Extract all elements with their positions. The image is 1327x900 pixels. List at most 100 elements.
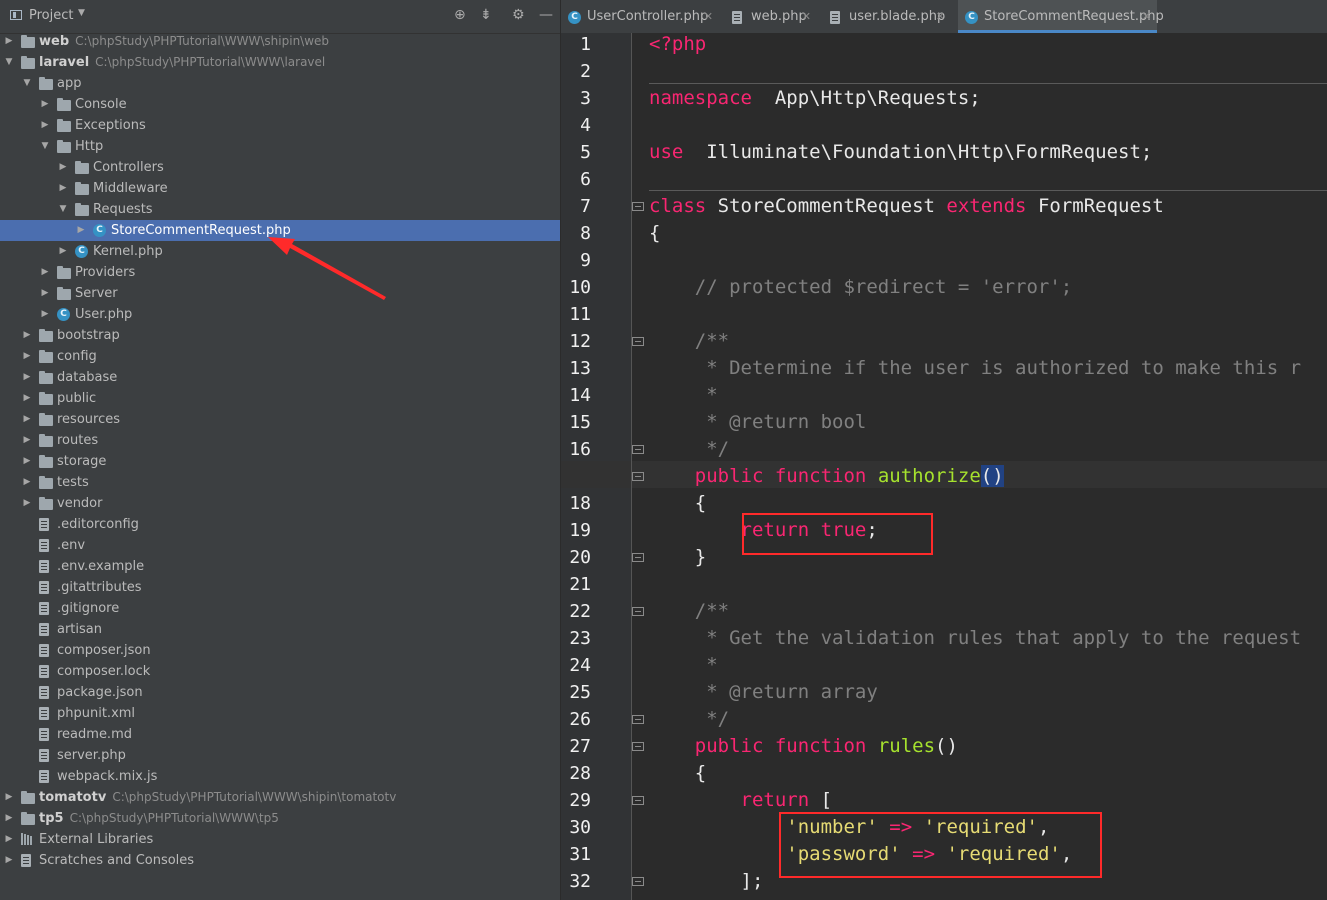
chevron-down-icon[interactable]: ▼ [78, 8, 85, 18]
collapse-arrow-icon[interactable]: ▶ [58, 178, 68, 199]
tree-item[interactable]: ▶ config [0, 346, 560, 367]
fold-marker-icon[interactable] [632, 793, 646, 807]
class-icon: C [93, 224, 106, 237]
collapse-arrow-icon[interactable]: ▶ [22, 409, 32, 430]
editor-tab[interactable]: C UserController.php ✕ [561, 0, 719, 33]
tree-item[interactable]: ▶ Controllers [0, 157, 560, 178]
fold-marker-icon[interactable] [632, 604, 646, 618]
tree-item[interactable]: .env.example [0, 556, 560, 577]
tree-item[interactable]: ▶ vendor [0, 493, 560, 514]
fold-marker-icon[interactable] [632, 199, 646, 213]
tree-item-label: phpunit.xml [57, 706, 136, 721]
fold-marker-icon[interactable] [632, 739, 646, 753]
tree-item[interactable]: ▼ app [0, 73, 560, 94]
close-icon[interactable]: ✕ [802, 0, 811, 33]
tree-item[interactable]: ▶ routes [0, 430, 560, 451]
collapse-arrow-icon[interactable]: ▶ [58, 241, 68, 262]
collapse-arrow-icon[interactable]: ▶ [22, 430, 32, 451]
collapse-arrow-icon[interactable]: ▶ [22, 325, 32, 346]
collapse-arrow-icon[interactable]: ▶ [22, 388, 32, 409]
tree-item[interactable]: .editorconfig [0, 514, 560, 535]
tree-item[interactable]: ▶ tp5 C:\phpStudy\PHPTutorial\WWW\tp5 [0, 808, 560, 829]
fold-marker-icon[interactable] [632, 334, 646, 348]
expand-arrow-icon[interactable]: ▼ [22, 73, 32, 94]
tree-item[interactable]: composer.json [0, 640, 560, 661]
collapse-arrow-icon[interactable]: ▶ [58, 157, 68, 178]
collapse-arrow-icon[interactable]: ▶ [4, 787, 14, 808]
tree-item[interactable]: phpunit.xml [0, 703, 560, 724]
collapse-arrow-icon[interactable]: ▶ [40, 94, 50, 115]
file-icon [39, 539, 49, 552]
tree-item[interactable]: ▶ Server [0, 283, 560, 304]
collapse-arrow-icon[interactable]: ▶ [76, 220, 86, 241]
close-icon[interactable]: ✕ [936, 0, 945, 33]
collapse-arrow-icon[interactable]: ▶ [4, 829, 14, 850]
tree-item-label: User.php [75, 307, 133, 322]
tree-item[interactable]: server.php [0, 745, 560, 766]
tree-item[interactable]: ▶ database [0, 367, 560, 388]
fold-marker-icon[interactable] [632, 550, 646, 564]
tree-item[interactable]: ▶ resources [0, 409, 560, 430]
tree-item[interactable]: ▶ C Kernel.php [0, 241, 560, 262]
gear-icon[interactable]: ⚙ [512, 7, 525, 23]
tree-item[interactable]: ▶ bootstrap [0, 325, 560, 346]
tree-item[interactable]: .gitignore [0, 598, 560, 619]
fold-marker-icon[interactable] [632, 442, 646, 456]
minimize-icon[interactable]: — [539, 7, 553, 23]
collapse-arrow-icon[interactable]: ▶ [40, 115, 50, 136]
tree-item[interactable]: .gitattributes [0, 577, 560, 598]
collapse-arrow-icon[interactable]: ▶ [22, 472, 32, 493]
locate-icon[interactable]: ⊕ [454, 7, 466, 23]
collapse-arrow-icon[interactable]: ▶ [22, 493, 32, 514]
fold-marker-icon[interactable] [632, 874, 646, 888]
collapse-arrow-icon[interactable]: ▶ [4, 808, 14, 829]
expand-arrow-icon[interactable]: ▼ [58, 199, 68, 220]
tree-item[interactable]: ▶ Scratches and Consoles [0, 850, 560, 871]
tree-item[interactable]: ▶ Providers [0, 262, 560, 283]
fold-marker-icon[interactable] [632, 712, 646, 726]
tree-item[interactable]: ▼ laravel C:\phpStudy\PHPTutorial\WWW\lara… [0, 52, 560, 73]
close-icon[interactable]: ✕ [1142, 0, 1151, 33]
tree-item[interactable]: ▶ tests [0, 472, 560, 493]
tree-item[interactable]: ▼ Http [0, 136, 560, 157]
tree-item[interactable]: .env [0, 535, 560, 556]
tree-item[interactable]: readme.md [0, 724, 560, 745]
tree-item[interactable]: ▶ public [0, 388, 560, 409]
collapse-arrow-icon[interactable]: ▶ [22, 367, 32, 388]
tree-item-label: tests [57, 475, 89, 490]
tree-item[interactable]: ▶ Middleware [0, 178, 560, 199]
tree-item[interactable]: ▶ Exceptions [0, 115, 560, 136]
collapse-arrow-icon[interactable]: ▶ [40, 283, 50, 304]
collapse-arrow-icon[interactable]: ▶ [40, 304, 50, 325]
tree-item[interactable]: ▶ tomatotv C:\phpStudy\PHPTutorial\WWW\shi… [0, 787, 560, 808]
tree-item[interactable]: package.json [0, 682, 560, 703]
collapse-arrow-icon[interactable]: ▶ [40, 262, 50, 283]
tree-item[interactable]: ▶ C StoreCommentRequest.php [0, 220, 560, 241]
editor-tab[interactable]: web.php ✕ [725, 0, 817, 33]
project-panel-title[interactable]: Project [29, 8, 73, 23]
editor-tab[interactable]: user.blade.php ✕ [823, 0, 951, 33]
tree-item[interactable]: webpack.mix.js [0, 766, 560, 787]
tree-item[interactable]: artisan [0, 619, 560, 640]
collapse-all-icon[interactable]: ⇟ [480, 7, 492, 23]
tree-item[interactable]: ▼ Requests [0, 199, 560, 220]
tree-item[interactable]: composer.lock [0, 661, 560, 682]
fold-marker-icon[interactable] [632, 469, 646, 483]
collapse-arrow-icon[interactable]: ▶ [4, 31, 14, 52]
tree-item[interactable]: ▶ storage [0, 451, 560, 472]
editor-tab[interactable]: C StoreCommentRequest.php ✕ [958, 0, 1164, 33]
folder-icon [39, 476, 53, 489]
tree-item[interactable]: ▶ C User.php [0, 304, 560, 325]
close-icon[interactable]: ✕ [704, 0, 713, 33]
tree-item[interactable]: ▶ External Libraries [0, 829, 560, 850]
collapse-arrow-icon[interactable]: ▶ [22, 451, 32, 472]
collapse-arrow-icon[interactable]: ▶ [4, 850, 14, 871]
expand-arrow-icon[interactable]: ▼ [4, 52, 14, 73]
tree-item[interactable]: ▶ Console [0, 94, 560, 115]
library-icon [21, 833, 33, 845]
tree-item[interactable]: ▶ web C:\phpStudy\PHPTutorial\WWW\shipin\w… [0, 31, 560, 52]
expand-arrow-icon[interactable]: ▼ [40, 136, 50, 157]
collapse-arrow-icon[interactable]: ▶ [22, 346, 32, 367]
tree-item-label: database [57, 370, 118, 385]
code-editor[interactable]: 1234567891011121314151617181920212223242… [561, 33, 1327, 900]
